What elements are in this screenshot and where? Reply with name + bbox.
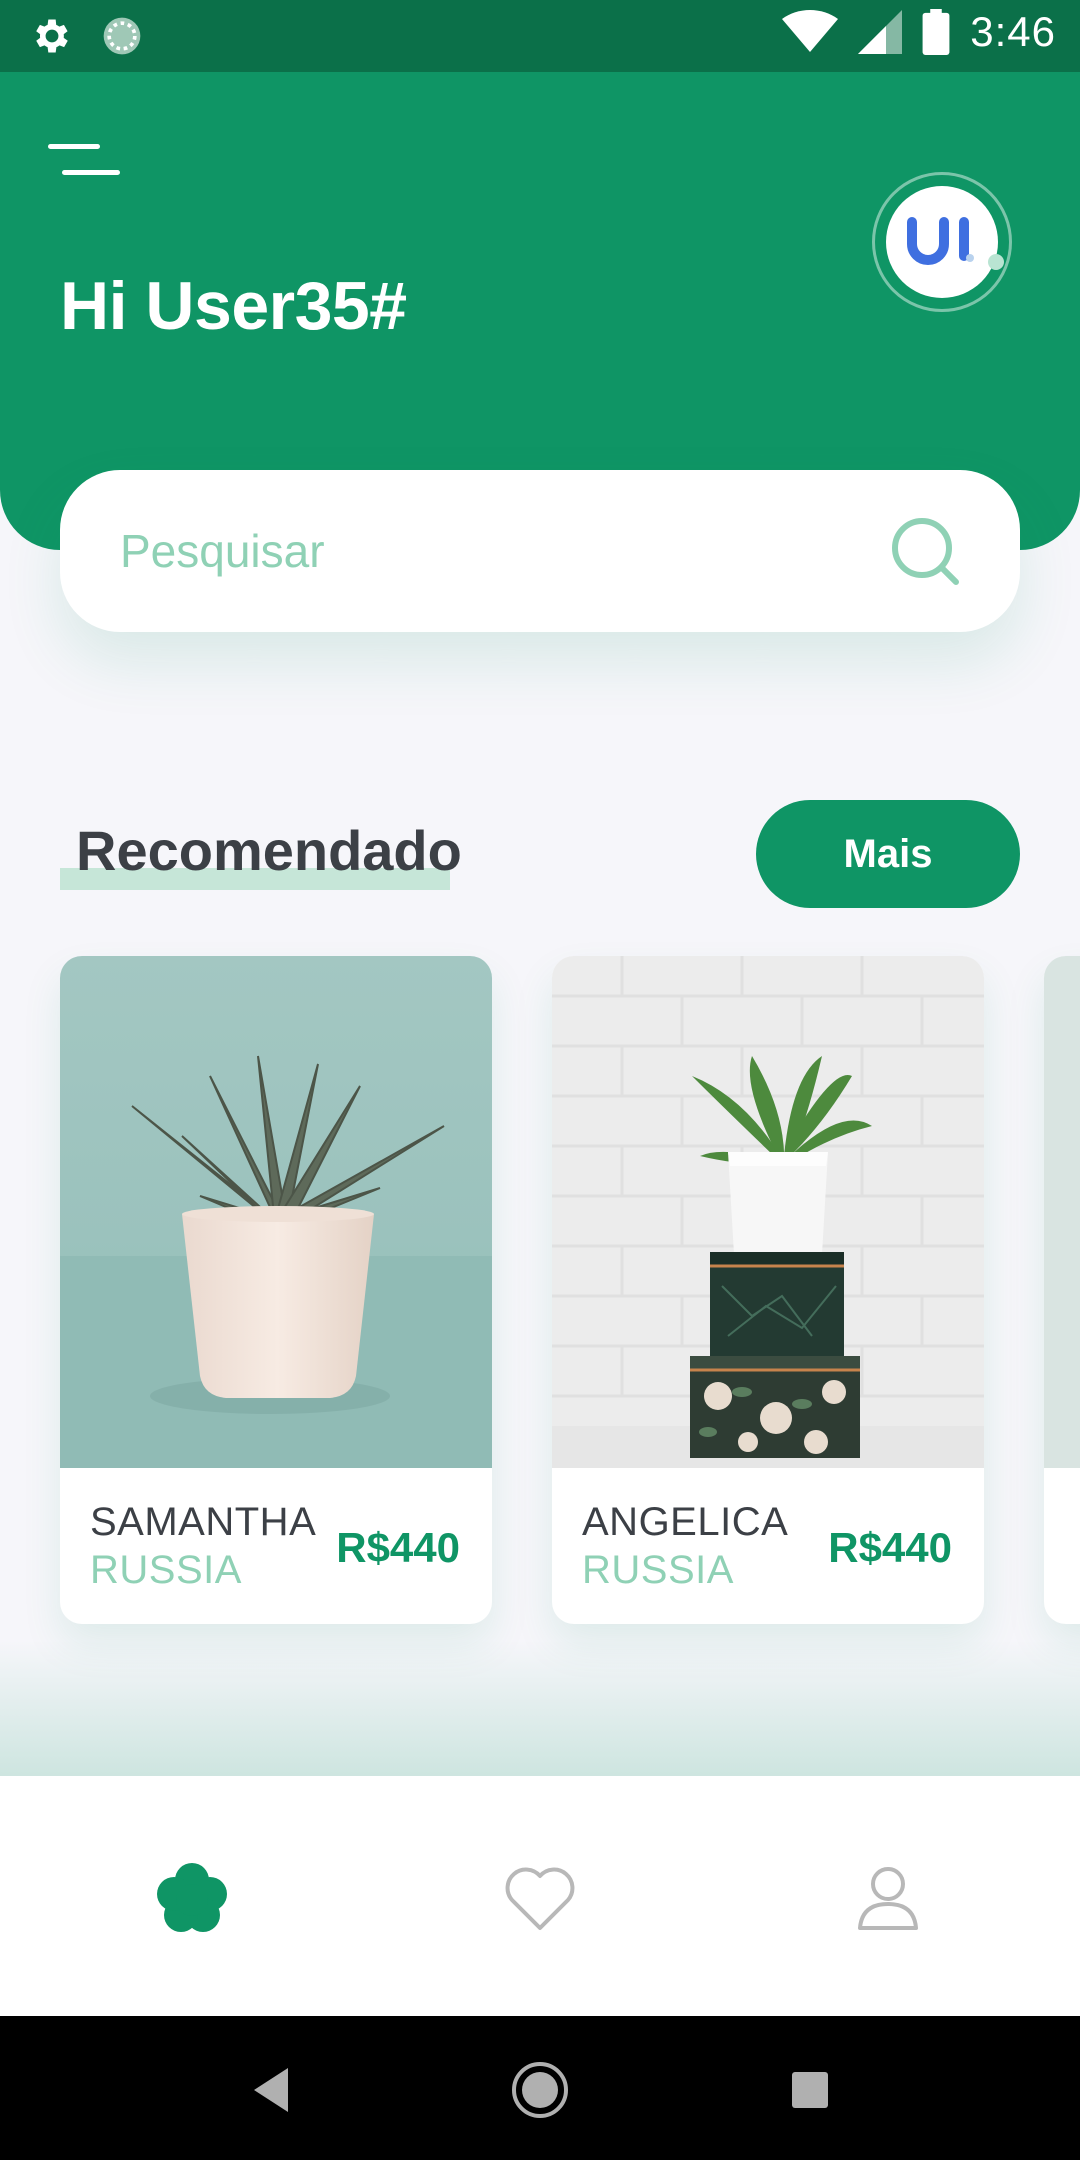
product-card[interactable]: SAMANTHA RUSSIA R$440: [60, 956, 492, 1624]
signal-icon: [858, 10, 903, 54]
section-title: Recomendado: [76, 819, 462, 882]
search-input[interactable]: [120, 510, 880, 592]
back-icon[interactable]: [240, 2060, 300, 2120]
product-price: R$440: [828, 1524, 952, 1571]
user-icon[interactable]: [848, 1858, 928, 1938]
system-nav-bar: [0, 2016, 1080, 2160]
product-country: RUSSIA: [90, 1548, 242, 1592]
sync-icon: [103, 17, 141, 55]
wifi-icon: [782, 10, 839, 52]
product-country: RUSSIA: [582, 1548, 734, 1592]
aloe-plant-photo: [60, 956, 492, 1468]
avatar-logo-icon: [907, 217, 974, 265]
product-price: R$440: [336, 1524, 460, 1571]
search-icon[interactable]: [886, 512, 966, 592]
avatar-status-dot: [988, 254, 1004, 270]
home-icon[interactable]: [510, 2060, 570, 2120]
product-card[interactable]: ANGELICA RUSSIA R$440: [552, 956, 984, 1624]
heart-icon[interactable]: [500, 1858, 580, 1938]
product-card[interactable]: [1044, 956, 1080, 1624]
menu-icon[interactable]: [44, 134, 124, 184]
battery-icon: [922, 9, 950, 55]
snake-plant-boxes-photo: [552, 956, 984, 1468]
greeting-title: Hi User35#: [60, 268, 407, 344]
flower-icon[interactable]: [152, 1858, 232, 1938]
settings-icon: [36, 19, 68, 53]
product-photo: [1044, 956, 1080, 1468]
search-bar: [60, 470, 1020, 632]
more-button[interactable]: Mais: [756, 800, 1020, 908]
avatar[interactable]: [872, 172, 1012, 312]
status-clock: 3:46: [970, 8, 1056, 55]
bottom-glow: [0, 1640, 1080, 1780]
app-screen: 3:46 Hi User35# Recomendado Mais: [0, 0, 1080, 2160]
product-name: SAMANTHA: [90, 1500, 317, 1544]
recents-icon[interactable]: [780, 2060, 840, 2120]
bottom-nav: [0, 1776, 1080, 2016]
product-name: ANGELICA: [582, 1500, 789, 1544]
status-bar: 3:46: [0, 0, 1080, 72]
